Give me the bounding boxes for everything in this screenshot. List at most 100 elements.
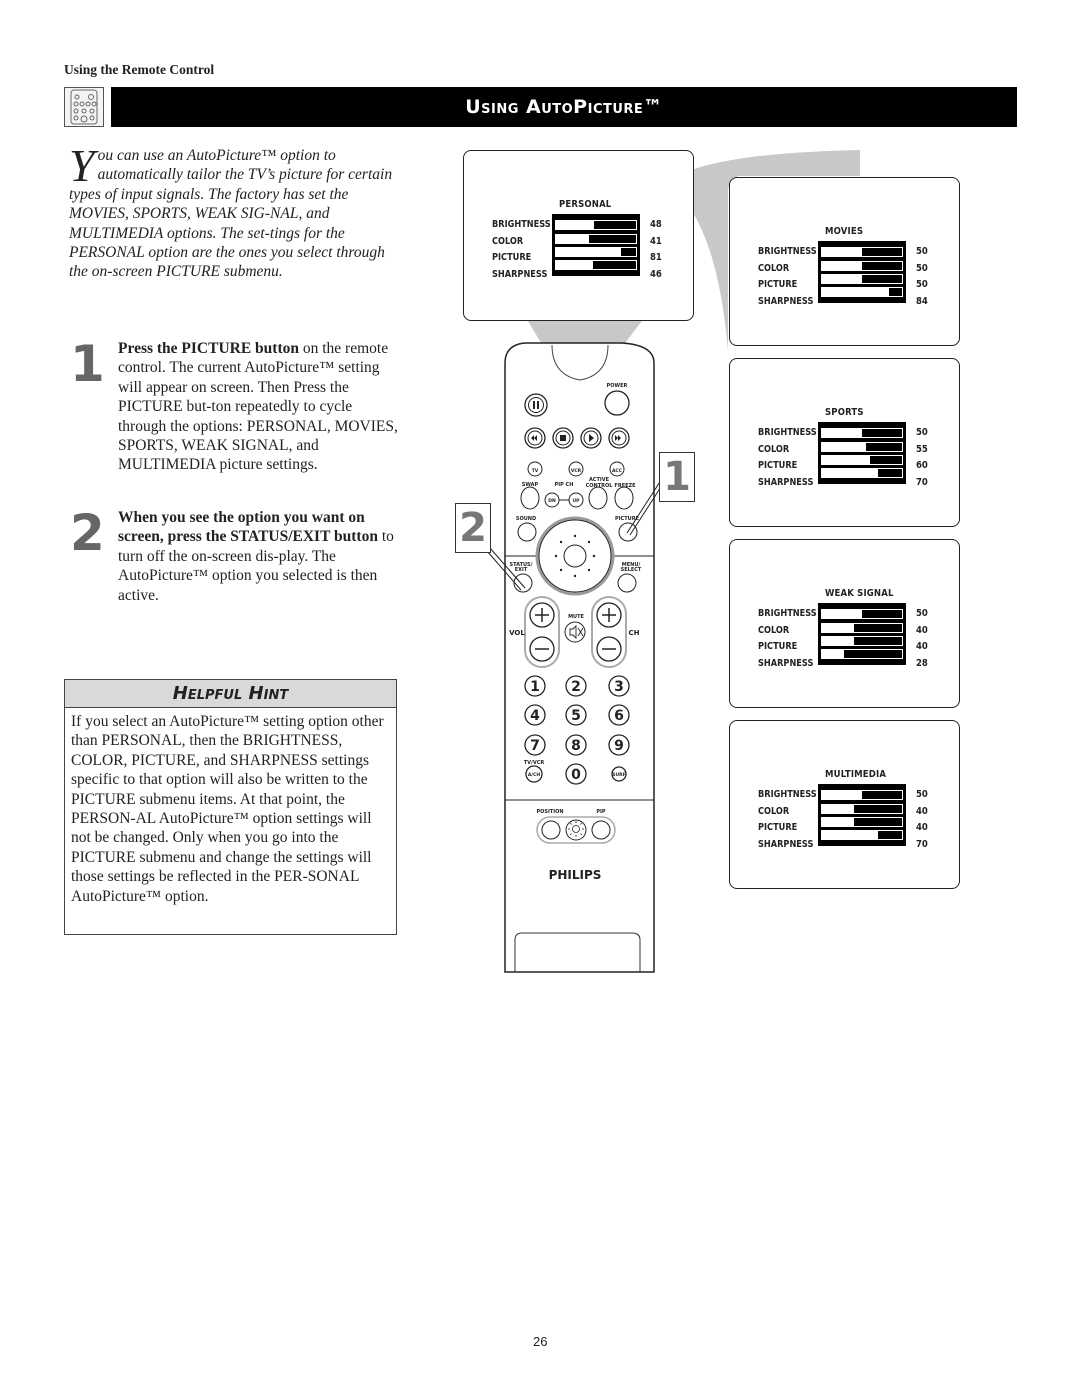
osd-level-bar [555, 260, 637, 270]
osd-level-bar [821, 428, 903, 439]
ir-beam-shape [528, 321, 642, 375]
osd-level-fill [822, 261, 862, 270]
up-label: UP [573, 498, 581, 504]
sound-label: SOUND [516, 516, 536, 522]
osd-value: 60 [916, 460, 928, 471]
osd-level-fill [822, 288, 890, 296]
dn-label: DN [548, 498, 556, 504]
osd-value: 40 [916, 624, 928, 636]
osd-level-fill [822, 469, 878, 477]
digit-9: 9 [614, 738, 624, 754]
osd-value: 50 [916, 608, 928, 619]
callout-2: 2 [455, 503, 491, 553]
osd-screen-weak-signal: WEAK SIGNAL BRIGHTNESS COLOR PICTURE SHARPNE… [729, 539, 960, 708]
osd-setting-label: BRIGHTNESS [758, 427, 817, 438]
tvvcr-label: TV/VCR [524, 760, 545, 766]
osd-title: MULTIMEDIA [825, 769, 887, 780]
osd-level-fill [822, 650, 845, 658]
osd-value: 50 [916, 246, 928, 257]
osd-setting-label: SHARPNESS [758, 476, 814, 488]
callout-line-2 [489, 547, 526, 589]
tv-label: TV [532, 468, 539, 474]
osd-level-fill [822, 791, 862, 800]
ch-label: CH [629, 629, 640, 637]
remote-thumbnail-icon [64, 87, 104, 127]
osd-level-bar [821, 635, 903, 646]
osd-bars [818, 603, 906, 666]
hint-title: Helpful Hint [65, 680, 396, 708]
osd-level-fill [556, 234, 589, 243]
step-bold-text: Press the PICTURE button [118, 340, 299, 357]
vol-label: VOL [509, 629, 525, 637]
osd-level-bar [555, 246, 637, 257]
osd-setting-label: BRIGHTNESS [758, 246, 817, 257]
osd-level-bar [821, 790, 903, 801]
osd-title: PERSONAL [559, 199, 612, 210]
osd-value: 50 [916, 262, 928, 274]
position-label: POSITION [536, 809, 563, 815]
osd-level-fill [822, 804, 854, 813]
osd-value: 50 [916, 427, 928, 438]
osd-level-bar [821, 609, 903, 620]
page-number: 26 [533, 1334, 548, 1349]
brand-logo: PHILIPS [549, 868, 602, 882]
surf-label: SURF [612, 772, 625, 778]
step-2: 2 When you see the option you want on sc… [70, 508, 400, 605]
osd-value: 81 [650, 252, 662, 263]
osd-value: 55 [916, 443, 928, 455]
osd-level-bar [555, 220, 637, 231]
swap-label: SWAP [522, 482, 539, 488]
osd-level-fill [822, 817, 854, 826]
osd-level-bar [821, 622, 903, 633]
osd-screen-multimedia: MULTIMEDIA BRIGHTNESS COLOR PICTURE SHARPNES… [729, 720, 960, 889]
osd-value: 40 [916, 822, 928, 833]
osd-level-fill [822, 831, 878, 839]
hint-text: If you select an AutoPicture™ setting op… [71, 713, 384, 905]
osd-value: 40 [916, 805, 928, 817]
osd-labels: BRIGHTNESS COLOR PICTURE SHARPNESS [758, 787, 817, 853]
picture-label: PICTURE [615, 516, 640, 522]
osd-level-bar [821, 816, 903, 827]
osd-level-fill [556, 221, 595, 230]
step-number: 1 [70, 335, 105, 393]
osd-setting-label: COLOR [492, 235, 524, 247]
control-label: CONTROL [586, 483, 614, 489]
osd-labels: BRIGHTNESS COLOR PICTURE SHARPNESS [758, 425, 817, 491]
osd-level-bar [821, 287, 903, 297]
osd-level-bar [555, 233, 637, 244]
osd-value: 41 [650, 235, 662, 247]
osd-setting-label: PICTURE [758, 641, 798, 652]
osd-level-fill [822, 274, 862, 283]
osd-level-fill [822, 636, 854, 645]
osd-setting-label: PICTURE [758, 460, 798, 471]
osd-bars [818, 784, 906, 847]
osd-setting-label: PICTURE [758, 822, 798, 833]
osd-level-fill [822, 455, 870, 464]
osd-setting-label: COLOR [758, 624, 790, 636]
digit-8: 8 [571, 738, 581, 754]
osd-value: 40 [916, 641, 928, 652]
osd-value: 50 [916, 789, 928, 800]
osd-setting-label: COLOR [758, 443, 790, 455]
osd-values: 48 41 81 46 [650, 217, 662, 283]
osd-bars [552, 214, 640, 277]
osd-level-bar [821, 803, 903, 814]
osd-setting-label: PICTURE [758, 279, 798, 290]
digit-6: 6 [614, 708, 624, 724]
osd-value: 70 [916, 838, 928, 850]
digit-4: 4 [530, 708, 540, 724]
osd-setting-label: SHARPNESS [758, 657, 814, 669]
osd-value: 50 [916, 279, 928, 290]
osd-labels: BRIGHTNESS COLOR PICTURE SHARPNESS [492, 217, 551, 283]
exit-label: EXIT [515, 567, 528, 573]
osd-setting-label: SHARPNESS [758, 838, 814, 850]
digit-1: 1 [530, 679, 540, 695]
osd-level-fill [822, 442, 866, 451]
osd-setting-label: BRIGHTNESS [492, 219, 551, 230]
select-label: SELECT [621, 567, 642, 573]
osd-setting-label: SHARPNESS [758, 295, 814, 307]
osd-title: SPORTS [825, 407, 864, 418]
osd-value: 48 [650, 219, 662, 230]
section-label: Using the Remote Control [64, 62, 215, 77]
osd-level-bar [821, 273, 903, 284]
